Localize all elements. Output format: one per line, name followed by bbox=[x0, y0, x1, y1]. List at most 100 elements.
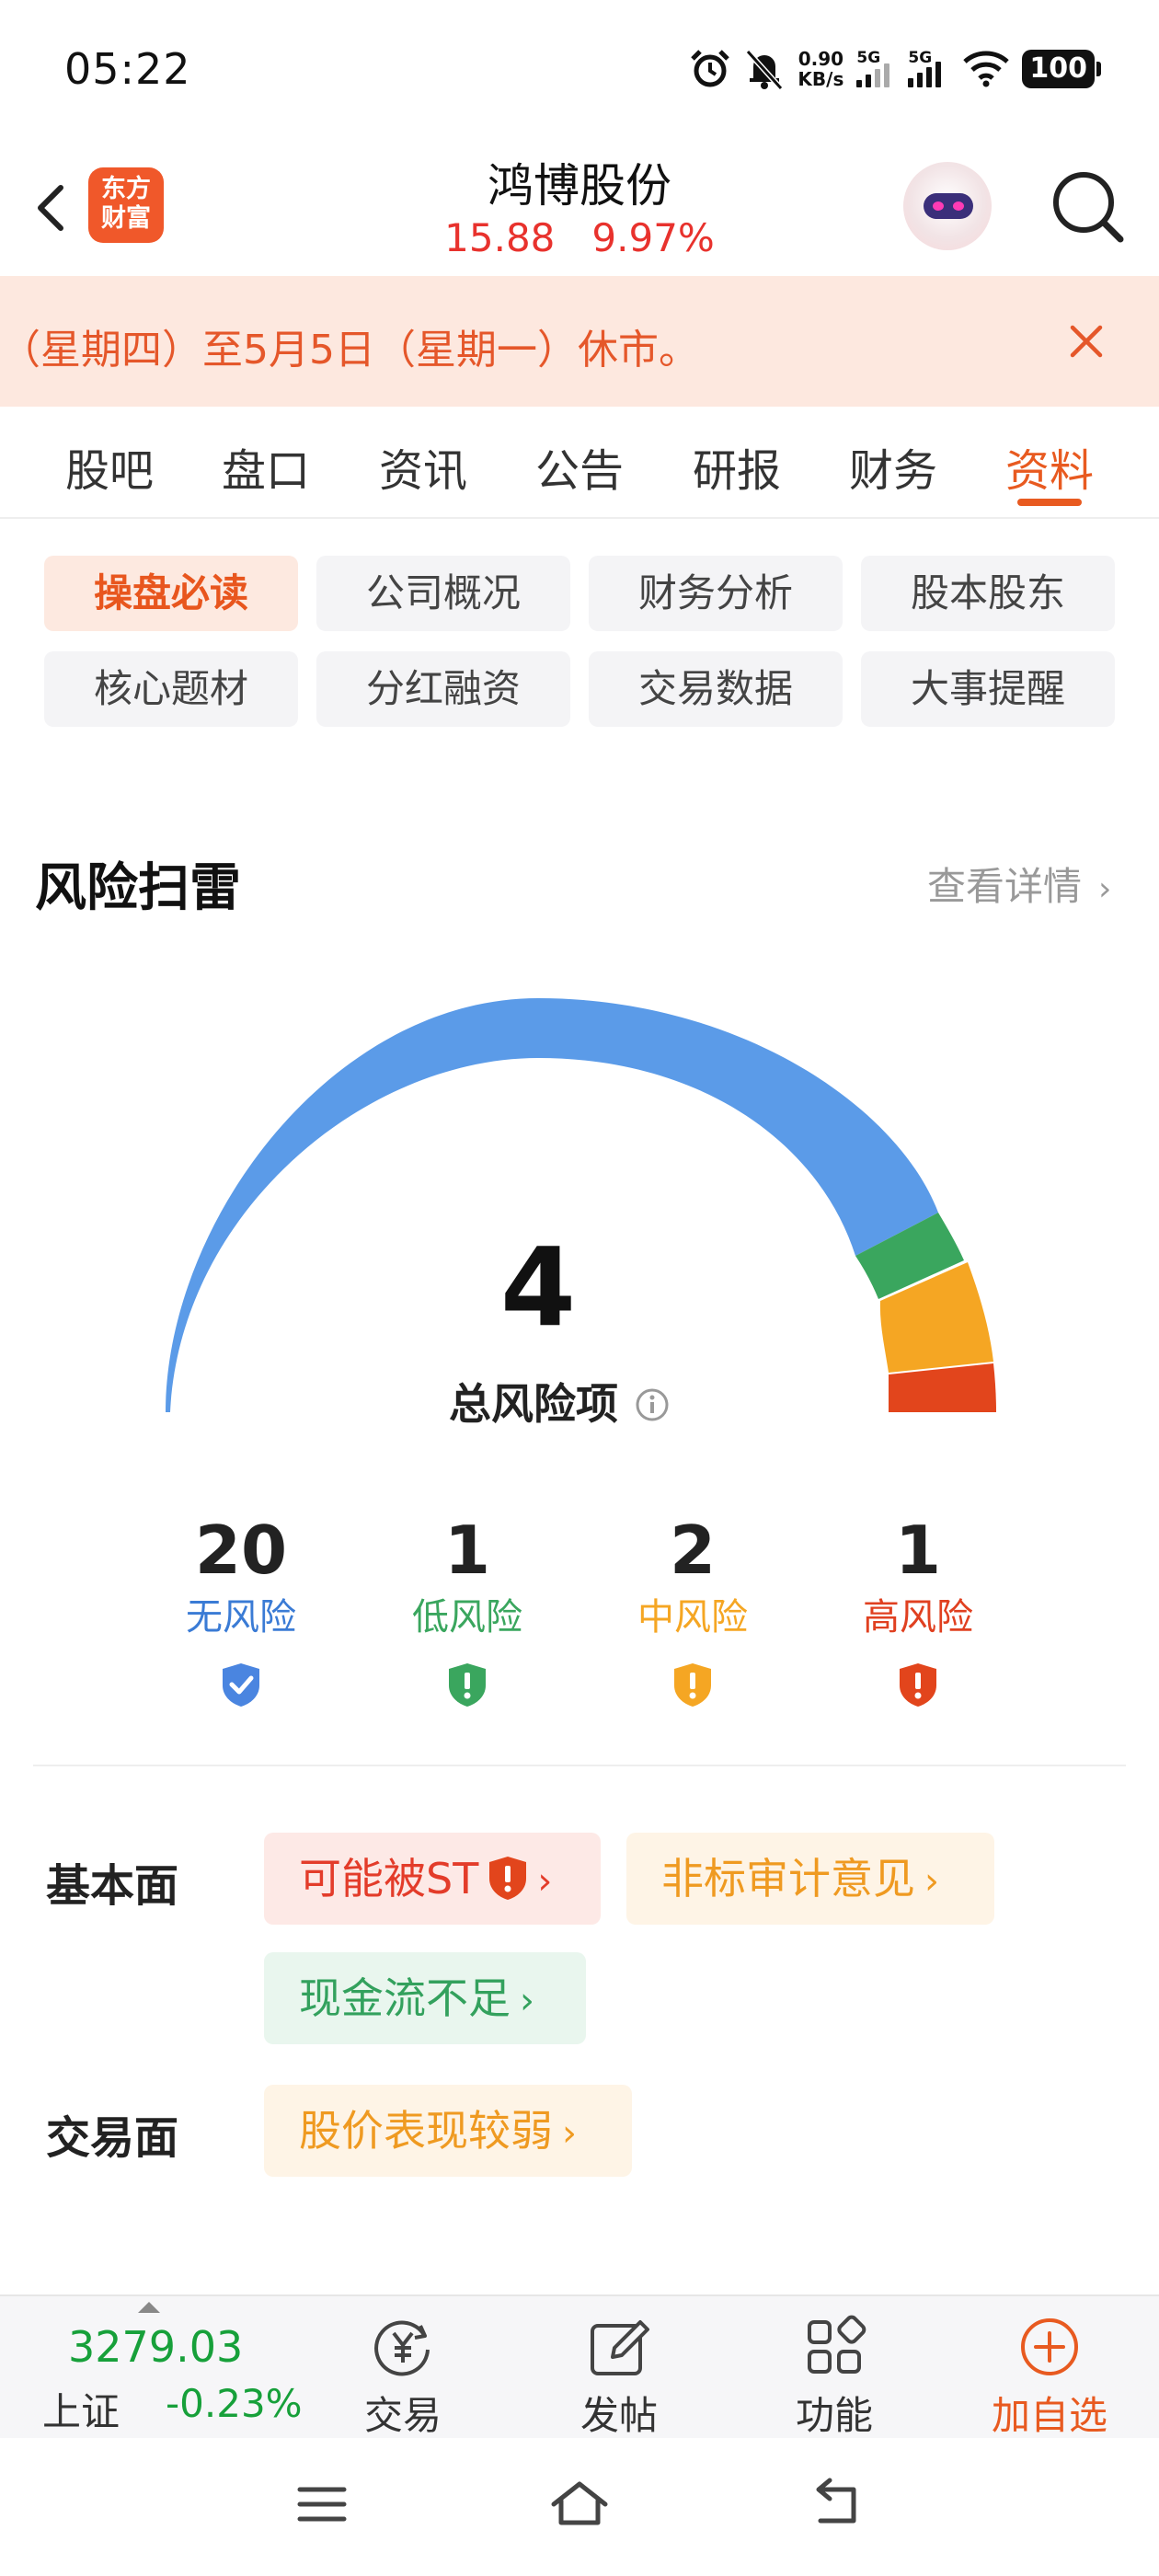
shield-alert-icon bbox=[900, 1663, 936, 1707]
market-closure-notice: （星期四）至5月5日（星期一）休市。 bbox=[0, 276, 1159, 407]
battery-indicator: 100 bbox=[1022, 50, 1101, 88]
risk-tag-label: 可能被ST bbox=[299, 1854, 479, 1903]
stock-price: 15.88 bbox=[444, 215, 556, 260]
functions-button[interactable]: 功能 bbox=[765, 2315, 903, 2441]
tab-research[interactable]: 研报 bbox=[672, 434, 801, 499]
search-icon[interactable] bbox=[1047, 166, 1130, 248]
index-value[interactable]: 3279.03 bbox=[68, 2322, 243, 2372]
category-dividends-financing[interactable]: 分红融资 bbox=[316, 651, 570, 727]
functions-label: 功能 bbox=[795, 2393, 873, 2438]
back-icon[interactable] bbox=[809, 2477, 865, 2532]
category-financial-analysis[interactable]: 财务分析 bbox=[589, 556, 843, 631]
menu-icon[interactable] bbox=[294, 2477, 350, 2532]
total-risk-label: 总风险项 bbox=[449, 1379, 618, 1429]
status-icons: 0.90 KB/s 5G 5G 100 bbox=[689, 46, 1101, 92]
edit-icon bbox=[591, 2320, 649, 2375]
tab-finance[interactable]: 财务 bbox=[829, 434, 958, 499]
stock-header: 东方 财富 鸿博股份 15.88 9.97% bbox=[0, 138, 1159, 276]
mute-bell-icon bbox=[746, 49, 784, 90]
signal-icon: 5G bbox=[908, 49, 950, 87]
plus-circle-icon bbox=[1021, 2318, 1078, 2375]
index-change[interactable]: -0.23% bbox=[166, 2381, 303, 2426]
chevron-right-icon: › bbox=[1098, 870, 1112, 908]
close-icon[interactable] bbox=[1065, 320, 1107, 362]
section-divider bbox=[33, 1765, 1126, 1766]
risk-level-high[interactable]: 1 高风险 bbox=[826, 1509, 1010, 1708]
net-speed: 0.90 KB/s bbox=[798, 49, 843, 89]
risk-count-none: 20 bbox=[194, 1512, 288, 1589]
tab-announcements[interactable]: 公告 bbox=[515, 434, 644, 499]
risk-label-low: 低风险 bbox=[412, 1596, 522, 1639]
risk-level-none[interactable]: 20 无风险 bbox=[149, 1509, 333, 1708]
alarm-icon bbox=[691, 50, 730, 87]
sim2-label: 5G bbox=[908, 49, 933, 67]
category-trading-data[interactable]: 交易数据 bbox=[589, 651, 843, 727]
risk-count-high: 1 bbox=[894, 1512, 942, 1589]
signal-icon: 5G bbox=[856, 49, 895, 87]
chevron-right-icon: › bbox=[562, 2112, 577, 2155]
risk-tag-possible-st[interactable]: 可能被ST › bbox=[264, 1833, 601, 1925]
shield-check-icon bbox=[223, 1663, 259, 1707]
chevron-right-icon: › bbox=[537, 1860, 553, 1903]
total-risk-count: 4 bbox=[499, 1224, 577, 1351]
info-icon[interactable] bbox=[635, 1387, 670, 1422]
system-navigation-bar bbox=[0, 2438, 1159, 2576]
home-icon[interactable] bbox=[548, 2477, 611, 2532]
risk-tag-label: 现金流不足 bbox=[299, 1973, 511, 2023]
risk-tag-nonstandard-audit[interactable]: 非标审计意见 › bbox=[626, 1833, 994, 1925]
add-watch-label: 加自选 bbox=[991, 2393, 1107, 2438]
grid-apps-icon bbox=[808, 2315, 866, 2374]
risk-label-high: 高风险 bbox=[863, 1596, 973, 1639]
assistant-robot-icon[interactable] bbox=[903, 162, 992, 250]
shield-alert-icon bbox=[674, 1663, 711, 1707]
category-trading-must-read[interactable]: 操盘必读 bbox=[44, 556, 298, 631]
fundamentals-label: 基本面 bbox=[46, 1860, 179, 1912]
risk-count-low: 1 bbox=[443, 1512, 491, 1589]
shield-alert-icon bbox=[449, 1663, 486, 1707]
trading-label: 交易面 bbox=[46, 2112, 179, 2164]
risk-tag-label: 股价表现较弱 bbox=[299, 2106, 553, 2156]
stock-tabs: 股吧 盘口 资讯 公告 研报 财务 资料 bbox=[0, 407, 1159, 519]
stock-change-pct: 9.97% bbox=[591, 215, 715, 260]
risk-label-mid: 中风险 bbox=[637, 1596, 748, 1639]
active-tab-indicator bbox=[1017, 499, 1082, 506]
status-bar: 05:22 0.90 KB/s 5G 5G 100 bbox=[0, 0, 1159, 138]
trade-yuan-icon bbox=[374, 2320, 430, 2376]
category-company-overview[interactable]: 公司概况 bbox=[316, 556, 570, 631]
risk-count-mid: 2 bbox=[669, 1512, 717, 1589]
risk-scan-title: 风险扫雷 bbox=[35, 858, 241, 918]
trade-label: 交易 bbox=[363, 2393, 442, 2438]
tab-guba[interactable]: 股吧 bbox=[45, 434, 174, 499]
risk-level-low[interactable]: 1 低风险 bbox=[375, 1509, 559, 1708]
category-shareholders[interactable]: 股本股东 bbox=[861, 556, 1115, 631]
risk-tag-label: 非标审计意见 bbox=[661, 1854, 915, 1903]
risk-gauge bbox=[166, 998, 996, 1412]
category-event-reminders[interactable]: 大事提醒 bbox=[861, 651, 1115, 727]
notice-text: （星期四）至5月5日（星期一）休市。 bbox=[0, 327, 699, 374]
shield-alert-icon bbox=[489, 1857, 527, 1900]
chevron-right-icon: › bbox=[520, 1980, 534, 2022]
index-name[interactable]: 上证 bbox=[42, 2381, 120, 2437]
risk-tag-insufficient-cashflow[interactable]: 现金流不足 › bbox=[264, 1952, 586, 2044]
caret-up-icon[interactable] bbox=[138, 2302, 160, 2313]
view-details-link[interactable]: 查看详情 › bbox=[927, 856, 1111, 912]
view-details-label: 查看详情 bbox=[927, 864, 1083, 909]
tab-news[interactable]: 资讯 bbox=[359, 434, 488, 499]
post-button[interactable]: 发帖 bbox=[550, 2315, 688, 2441]
wifi-icon bbox=[963, 51, 1010, 87]
category-core-themes[interactable]: 核心题材 bbox=[44, 651, 298, 727]
tab-profile[interactable]: 资料 bbox=[985, 434, 1114, 499]
add-to-watchlist-button[interactable]: 加自选 bbox=[981, 2315, 1119, 2441]
net-speed-value: 0.90 bbox=[798, 48, 844, 70]
risk-tag-weak-price[interactable]: 股价表现较弱 › bbox=[264, 2085, 632, 2177]
sim1-label: 5G bbox=[856, 49, 881, 67]
post-label: 发帖 bbox=[580, 2393, 658, 2438]
chevron-right-icon: › bbox=[924, 1860, 939, 1903]
risk-level-mid[interactable]: 2 中风险 bbox=[601, 1509, 785, 1708]
clock: 05:22 bbox=[64, 44, 191, 94]
net-speed-unit: KB/s bbox=[798, 68, 844, 90]
bottom-toolbar: 3279.03 上证 -0.23% 交易 发帖 功能 加自选 bbox=[0, 2294, 1159, 2438]
tab-pankou[interactable]: 盘口 bbox=[201, 434, 330, 499]
trade-button[interactable]: 交易 bbox=[334, 2315, 472, 2441]
risk-label-none: 无风险 bbox=[186, 1596, 296, 1639]
